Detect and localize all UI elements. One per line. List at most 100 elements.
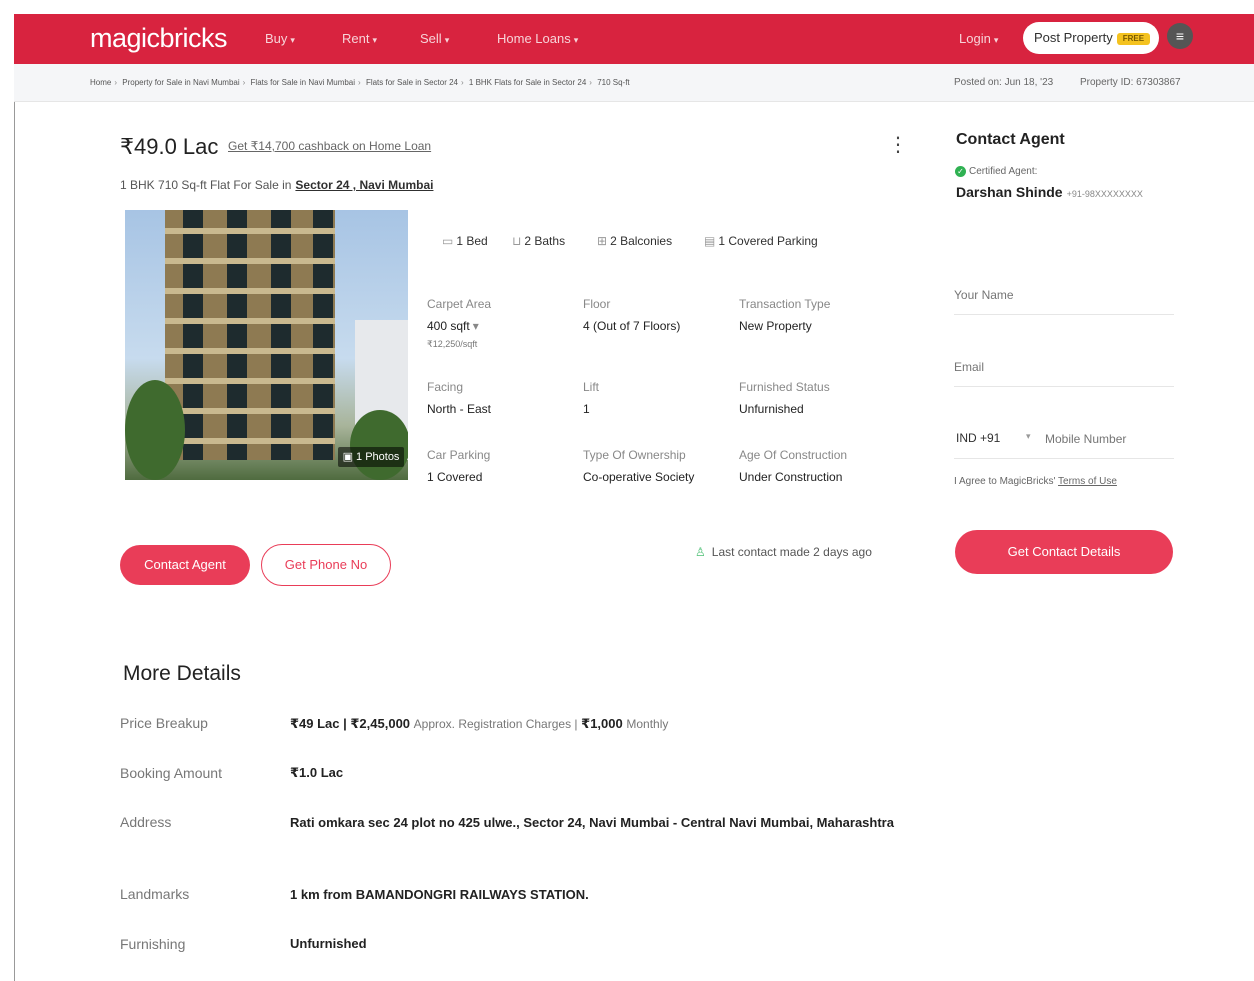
- bath-icon: ⊔: [512, 234, 522, 248]
- photo-count-badge[interactable]: ▣ 1 Photos: [338, 447, 404, 467]
- balcony-icon: ⊞: [597, 234, 608, 248]
- amenity-balcony: ⊞ 2 Balconies: [597, 234, 672, 248]
- check-icon: ✓: [955, 166, 966, 177]
- breadcrumb-bar: Home › Property for Sale in Navi Mumbai › …: [14, 64, 1254, 102]
- posted-on: Posted on: Jun 18, '23: [954, 77, 1054, 88]
- info-dot-icon: ▾: [472, 319, 479, 333]
- detail-value: 1 Covered: [427, 470, 483, 484]
- contact-agent-title: Contact Agent: [956, 131, 1065, 148]
- nav-home-loans[interactable]: Home Loans ▾: [497, 31, 578, 46]
- agent-name-text: Darshan Shinde: [956, 184, 1063, 200]
- breadcrumb-item-current: 710 Sq-ft: [597, 78, 630, 87]
- parking-icon: ▤: [704, 234, 716, 248]
- detail-label: Floor: [583, 297, 611, 311]
- tree-shape: [125, 380, 185, 480]
- detail-label: Facing: [427, 380, 464, 394]
- nav-sell[interactable]: Sell ▾: [420, 31, 449, 46]
- breadcrumb-separator: ›: [358, 78, 361, 87]
- property-id: Property ID: 67303867: [1080, 77, 1181, 88]
- breadcrumb-item[interactable]: Flats for Sale in Navi Mumbai: [251, 78, 355, 87]
- name-input-underline: [954, 314, 1174, 315]
- furnishing-label: Furnishing: [120, 936, 186, 952]
- hamburger-menu-icon[interactable]: ≡: [1167, 23, 1193, 49]
- detail-value: Unfurnished: [739, 402, 804, 416]
- breadcrumb-separator: ›: [589, 78, 592, 87]
- more-details-title: More Details: [123, 662, 241, 685]
- certified-agent-label: ✓ Certified Agent:: [955, 166, 1037, 177]
- breadcrumb-separator: ›: [460, 78, 464, 87]
- breadcrumb-item[interactable]: 1 BHK Flats for Sale in Sector 24: [469, 78, 586, 87]
- nav-buy-label: Buy: [265, 31, 288, 46]
- breadcrumb-item[interactable]: Property for Sale in Navi Mumbai: [122, 78, 239, 87]
- more-options-icon[interactable]: ⋮: [888, 132, 908, 157]
- breadcrumb-separator: ›: [114, 78, 118, 87]
- building-illustration: [165, 210, 335, 460]
- detail-label: Lift: [583, 380, 600, 394]
- last-contact-text: Last contact made 2 days ago: [711, 545, 872, 559]
- terms-agreement: I Agree to MagicBricks' Terms of Use: [954, 476, 1117, 487]
- nav-sell-label: Sell: [420, 31, 442, 46]
- photo-count-label: 1 Photos: [356, 451, 400, 463]
- chevron-down-icon: ▾: [290, 35, 295, 45]
- detail-value: New Property: [739, 319, 812, 333]
- nav-rent[interactable]: Rent ▾: [342, 31, 377, 46]
- landmarks-value: 1 km from BAMANDONGRI RAILWAYS STATION.: [290, 887, 589, 902]
- detail-value: Co-operative Society: [583, 470, 695, 484]
- booking-amount-label: Booking Amount: [120, 765, 222, 781]
- chevron-down-icon: ▾: [993, 35, 999, 45]
- cashback-link[interactable]: Get ₹14,700 cashback on Home Loan: [228, 139, 431, 153]
- chevron-down-icon: ▾: [444, 35, 450, 45]
- login-label: Login: [959, 31, 991, 46]
- email-input[interactable]: [954, 357, 1174, 377]
- post-property-label: Post Property: [1034, 30, 1113, 45]
- location-link[interactable]: Sector 24 , Navi Mumbai: [295, 178, 433, 192]
- breadcrumb-item[interactable]: Home: [90, 78, 111, 87]
- contact-agent-button[interactable]: Contact Agent: [120, 545, 250, 585]
- mobile-input-underline: [954, 458, 1174, 459]
- nav-home-loans-label: Home Loans: [497, 31, 571, 46]
- price-monthly-amount: ₹1,000: [581, 716, 623, 731]
- mobile-input[interactable]: [1045, 430, 1173, 448]
- property-price: ₹49.0 Lac: [120, 134, 219, 159]
- tree-shape: [350, 410, 408, 480]
- terms-link[interactable]: Terms of Use: [1058, 476, 1117, 487]
- free-badge: FREE: [1116, 32, 1151, 45]
- email-input-underline: [954, 386, 1174, 387]
- nav-buy[interactable]: Buy ▾: [265, 31, 295, 46]
- breadcrumb-item[interactable]: Flats for Sale in Sector 24: [366, 78, 458, 87]
- amenity-label: 2 Baths: [524, 234, 566, 248]
- name-input[interactable]: [954, 285, 1174, 305]
- price-main: ₹49 Lac | ₹2,45,000: [290, 716, 411, 731]
- price-registration: Approx. Registration Charges |: [413, 717, 578, 731]
- get-phone-button[interactable]: Get Phone No: [261, 544, 391, 586]
- detail-value: Under Construction: [739, 470, 843, 484]
- chevron-down-icon: ▾: [573, 35, 579, 45]
- agent-name: Darshan Shinde +91-98XXXXXXXX: [956, 184, 1143, 200]
- certified-text: Certified Agent:: [969, 166, 1038, 177]
- property-photo[interactable]: ▣ 1 Photos: [125, 210, 408, 480]
- bed-icon: ▭: [442, 234, 454, 248]
- country-code-select[interactable]: IND +91: [956, 431, 1000, 445]
- magicbricks-logo[interactable]: magicbricks: [90, 23, 228, 54]
- address-value: Rati omkara sec 24 plot no 425 ulwe., Se…: [290, 815, 894, 830]
- post-property-button[interactable]: Post Property FREE: [1023, 22, 1159, 54]
- amenity-label: 1 Covered Parking: [718, 234, 818, 248]
- price-monthly: Monthly: [626, 717, 669, 731]
- get-contact-details-button[interactable]: Get Contact Details: [955, 530, 1173, 574]
- chevron-down-icon[interactable]: ▾: [1026, 431, 1031, 442]
- amenity-label: 2 Balconies: [610, 234, 673, 248]
- breadcrumb: Home › Property for Sale in Navi Mumbai › …: [90, 78, 630, 87]
- agree-text: I Agree to MagicBricks': [954, 476, 1056, 487]
- detail-label: Car Parking: [427, 448, 491, 462]
- amenity-bath: ⊔ 2 Baths: [512, 234, 565, 248]
- price-breakup-label: Price Breakup: [120, 715, 208, 731]
- left-border: [14, 102, 15, 981]
- top-header: magicbricks Buy ▾ Rent ▾ Sell ▾ Home Loans ▾…: [14, 14, 1254, 64]
- login-menu[interactable]: Login ▾: [959, 31, 998, 46]
- amenity-label: 1 Bed: [456, 234, 488, 248]
- amenity-parking: ▤ 1 Covered Parking: [704, 234, 818, 248]
- furnishing-value: Unfurnished: [290, 936, 367, 951]
- detail-label: Type Of Ownership: [583, 448, 686, 462]
- chevron-down-icon: ▾: [372, 35, 377, 45]
- detail-value: North - East: [427, 402, 492, 416]
